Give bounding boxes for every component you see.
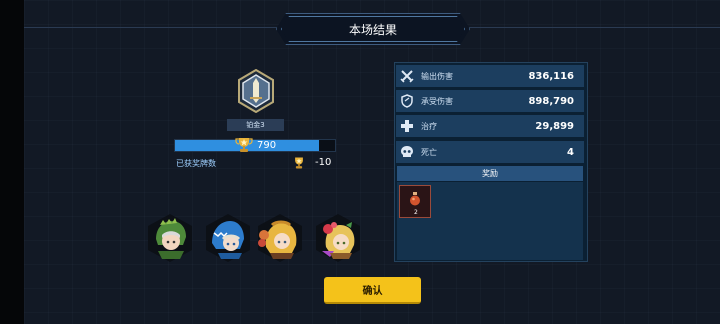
- stat-row-damage-taken: 承受伤害 898,790: [396, 90, 584, 112]
- stat-row-damage-dealt: 输出伤害 836,116: [396, 65, 584, 87]
- plus-heal-icon: [401, 120, 413, 132]
- trophy-star-icon: [235, 138, 253, 152]
- green-dino-hood-hero-portrait[interactable]: [146, 213, 194, 263]
- confirm-button[interactable]: 确认: [324, 277, 421, 304]
- page-title: 本场结果: [281, 16, 465, 42]
- rank-label: 铂金3: [227, 119, 284, 131]
- flower-girl-hero-portrait[interactable]: [314, 213, 362, 263]
- rank-points: 790: [257, 140, 277, 151]
- potion-bottle-icon: [410, 192, 420, 206]
- medals-earned-label: 已获奖牌数: [176, 159, 216, 168]
- reward-count: 2: [414, 209, 418, 216]
- stat-value: 836,116: [528, 70, 574, 82]
- reward-item[interactable]: 2: [399, 185, 431, 218]
- stat-value: 898,790: [528, 95, 574, 107]
- left-edge-bar: [0, 0, 24, 324]
- stat-label: 治疗: [421, 121, 437, 131]
- stat-label: 死亡: [421, 147, 437, 157]
- stat-value: 4: [567, 146, 574, 158]
- rank-progress-bar: [174, 139, 336, 152]
- crossed-swords-icon: [400, 70, 414, 83]
- background-grid: [24, 0, 720, 324]
- stat-value: 29,899: [535, 120, 574, 132]
- blonde-hero-portrait[interactable]: [256, 213, 304, 263]
- skull-icon: [401, 146, 413, 157]
- blue-shark-hood-hero-portrait[interactable]: [204, 213, 252, 263]
- rewards-header: 奖励: [397, 166, 583, 181]
- stat-row-deaths: 死亡 4: [396, 141, 584, 163]
- stat-label: 输出伤害: [421, 71, 453, 81]
- stat-label: 承受伤害: [421, 96, 453, 106]
- medals-delta: -10: [315, 157, 332, 168]
- shield-icon: [401, 94, 413, 108]
- rank-badge-icon: [238, 69, 274, 113]
- trophy-icon: [295, 157, 303, 169]
- stat-row-healing: 治疗 29,899: [396, 115, 584, 137]
